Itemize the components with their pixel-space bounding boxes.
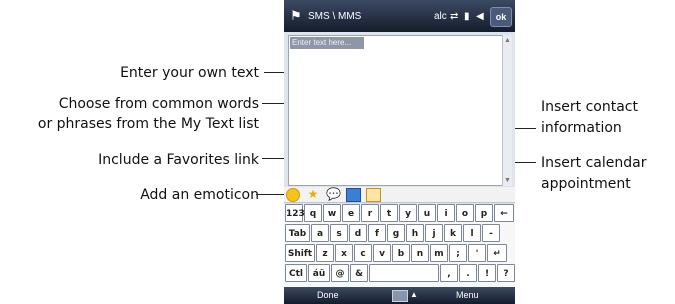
device-screen: ⚑ SMS \ MMS alc ⇄ ▮ ◀ ok Enter text here… [284, 0, 515, 304]
key[interactable]: ' [468, 244, 486, 262]
callout-contact-1: Insert contact [541, 99, 638, 115]
key[interactable]: j [425, 224, 443, 242]
soft-key-bar: Done ▲ Menu [284, 287, 515, 304]
signal-icon: ▮ [464, 11, 470, 22]
key[interactable]: g [387, 224, 405, 242]
key[interactable]: k [444, 224, 462, 242]
message-toolbar: ★ 💬 [284, 187, 515, 203]
keyboard-row-3: Shift z x c v b n m; ' ↵ [285, 244, 514, 263]
key[interactable]: s [330, 224, 348, 242]
volume-icon: ◀ [476, 11, 484, 22]
scroll-up-icon[interactable]: ▲ [504, 37, 511, 44]
title-bar: ⚑ SMS \ MMS alc ⇄ ▮ ◀ ok [284, 0, 515, 32]
input-panel-icon[interactable] [392, 290, 408, 302]
callout-choose-words-2: or phrases from the My Text list [37, 116, 259, 132]
leader-emoticon [256, 194, 286, 195]
key[interactable]: c [354, 244, 372, 262]
key[interactable]: l [463, 224, 481, 242]
key[interactable]: ? [497, 264, 515, 282]
message-text-area[interactable]: Enter text here... [288, 35, 503, 186]
callout-contact-2: information [541, 120, 622, 136]
ok-button[interactable]: ok [490, 7, 512, 27]
key[interactable]: q [304, 204, 322, 222]
callout-emoticon: Add an emoticon [140, 187, 259, 203]
calendar-icon[interactable] [366, 188, 381, 202]
on-screen-keyboard: 123 q w e r t y u i o p ← Tab a s d f g h j k l - Shift z x c v b n… [284, 204, 515, 287]
key[interactable]: x [335, 244, 353, 262]
key[interactable]: a [311, 224, 329, 242]
input-panel-arrow-icon[interactable]: ▲ [410, 290, 418, 299]
key[interactable]: b [392, 244, 410, 262]
callout-calendar-1: Insert calendar [541, 155, 647, 171]
key[interactable]: . [459, 264, 477, 282]
callout-calendar-2: appointment [541, 176, 631, 192]
softkey-done[interactable]: Done [317, 290, 339, 300]
keyboard-row-1: 123 q w e r t y u i o p ← [285, 204, 514, 223]
key-space[interactable] [369, 264, 439, 282]
key[interactable]: f [368, 224, 386, 242]
key[interactable]: z [316, 244, 334, 262]
smiley-icon[interactable] [286, 188, 300, 202]
key[interactable]: u [418, 204, 436, 222]
key[interactable]: o [456, 204, 474, 222]
callout-favorites: Include a Favorites link [98, 152, 259, 168]
key[interactable]: m [430, 244, 448, 262]
sync-icon: ⇄ [450, 11, 459, 22]
key[interactable]: Tab [285, 224, 310, 242]
message-placeholder: Enter text here... [290, 37, 364, 49]
key[interactable]: r [361, 204, 379, 222]
key[interactable]: ↵ [487, 244, 507, 262]
key[interactable]: p [475, 204, 493, 222]
scrollbar[interactable]: ▲ ▼ [502, 35, 512, 186]
key[interactable]: h [406, 224, 424, 242]
key[interactable]: d [349, 224, 367, 242]
keyboard-row-2: Tab a s d f g h j k l - [285, 224, 514, 243]
key[interactable]: Shift [285, 244, 315, 262]
key[interactable]: , [440, 264, 458, 282]
key[interactable]: e [342, 204, 360, 222]
key[interactable]: Ctl [285, 264, 307, 282]
star-icon[interactable]: ★ [306, 187, 320, 201]
callout-enter-text: Enter your own text [120, 65, 259, 81]
key[interactable]: & [350, 264, 368, 282]
callout-choose-words-1: Choose from common words [58, 96, 259, 112]
key[interactable]: y [399, 204, 417, 222]
key[interactable]: w [323, 204, 341, 222]
key[interactable]: ; [449, 244, 467, 262]
key[interactable]: 123 [285, 204, 305, 222]
key[interactable]: i [437, 204, 455, 222]
key[interactable]: v [373, 244, 391, 262]
key[interactable]: n [411, 244, 429, 262]
scroll-down-icon[interactable]: ▼ [504, 177, 511, 184]
key[interactable]: ← [494, 204, 514, 222]
window-title: SMS \ MMS [308, 11, 362, 22]
speech-bubble-icon[interactable]: 💬 [326, 187, 341, 201]
key[interactable]: ! [478, 264, 496, 282]
softkey-menu[interactable]: Menu [456, 290, 479, 300]
key[interactable]: áü [308, 264, 330, 282]
windows-flag-icon[interactable]: ⚑ [290, 8, 302, 24]
key[interactable]: t [380, 204, 398, 222]
key[interactable]: - [482, 224, 500, 242]
contact-card-icon[interactable] [346, 188, 361, 202]
key[interactable]: @ [331, 264, 349, 282]
keyboard-row-4: Ctl áü @ &,.!? [285, 264, 515, 283]
connectivity-icon: alc [434, 11, 447, 22]
